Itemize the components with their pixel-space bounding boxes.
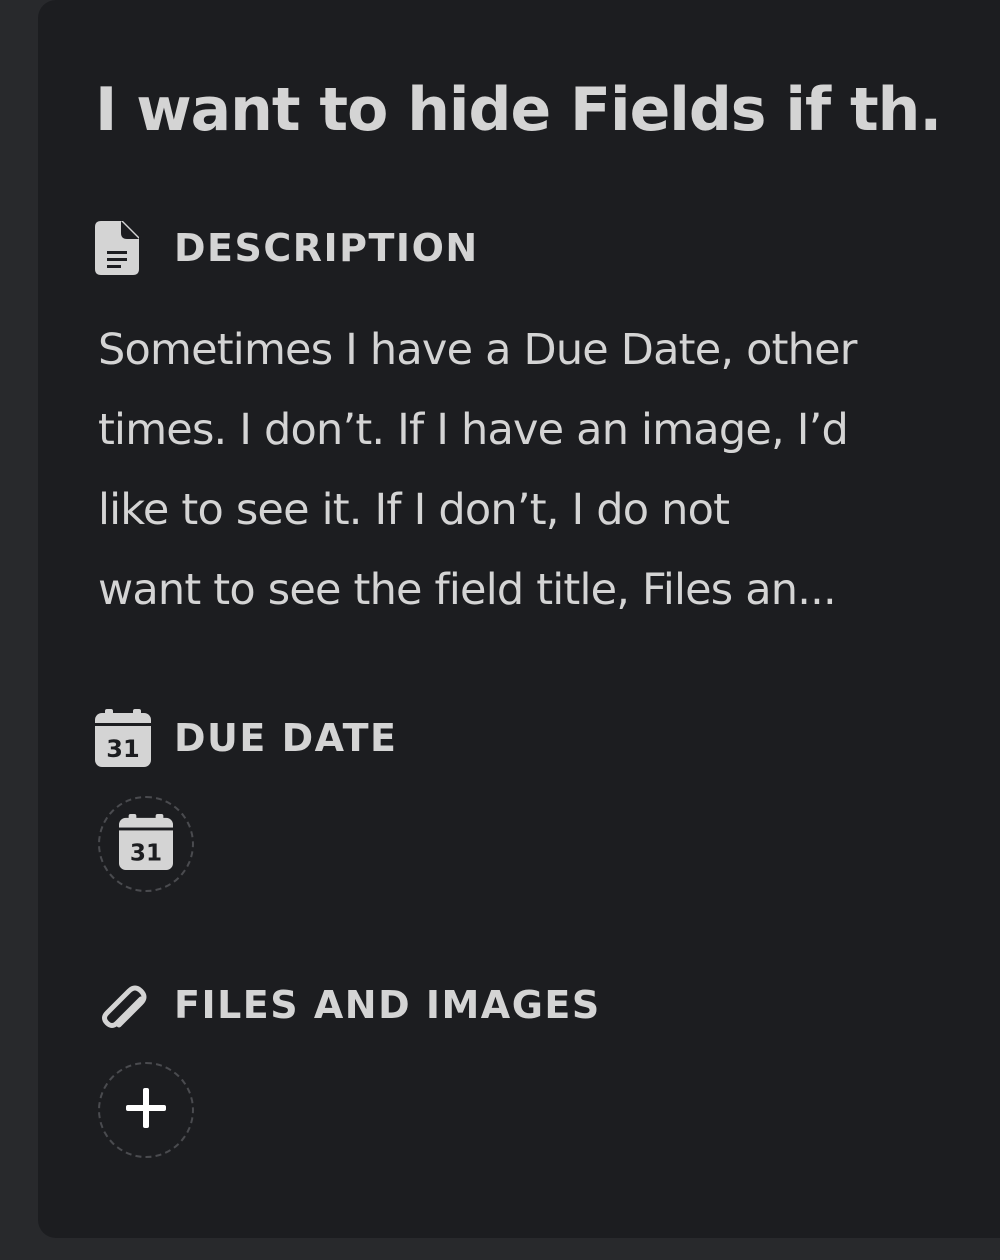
description-line: like to see it. If I don’t, I do not: [98, 485, 730, 535]
files-header: FILES AND IMAGES: [95, 975, 601, 1035]
calendar-icon-text: 31: [130, 840, 162, 866]
description-line: times. I don’t. If I have an image, I’d: [98, 405, 849, 455]
plus-icon: [124, 1086, 168, 1135]
description-header: DESCRIPTION: [95, 218, 479, 278]
files-label: FILES AND IMAGES: [174, 983, 601, 1027]
card-title[interactable]: I want to hide Fields if th...: [95, 72, 945, 148]
paperclip-icon: [95, 975, 153, 1035]
add-due-date-button[interactable]: 31: [98, 796, 194, 892]
add-file-button[interactable]: [98, 1062, 194, 1158]
due-date-label: DUE DATE: [174, 716, 398, 760]
calendar-icon: 31: [95, 708, 153, 768]
calendar-icon-text: 31: [106, 735, 139, 763]
card[interactable]: I want to hide Fields if th... DESCRIPTI…: [38, 0, 1000, 1238]
due-date-header: 31 DUE DATE: [95, 708, 397, 768]
calendar-icon: 31: [119, 813, 173, 875]
description-label: DESCRIPTION: [174, 226, 479, 270]
description-line: want to see the field title, Files an...: [98, 565, 837, 615]
description-line: Sometimes I have a Due Date, other: [98, 325, 857, 375]
document-icon: [95, 218, 153, 278]
description-text[interactable]: Sometimes I have a Due Date, other times…: [98, 310, 978, 630]
